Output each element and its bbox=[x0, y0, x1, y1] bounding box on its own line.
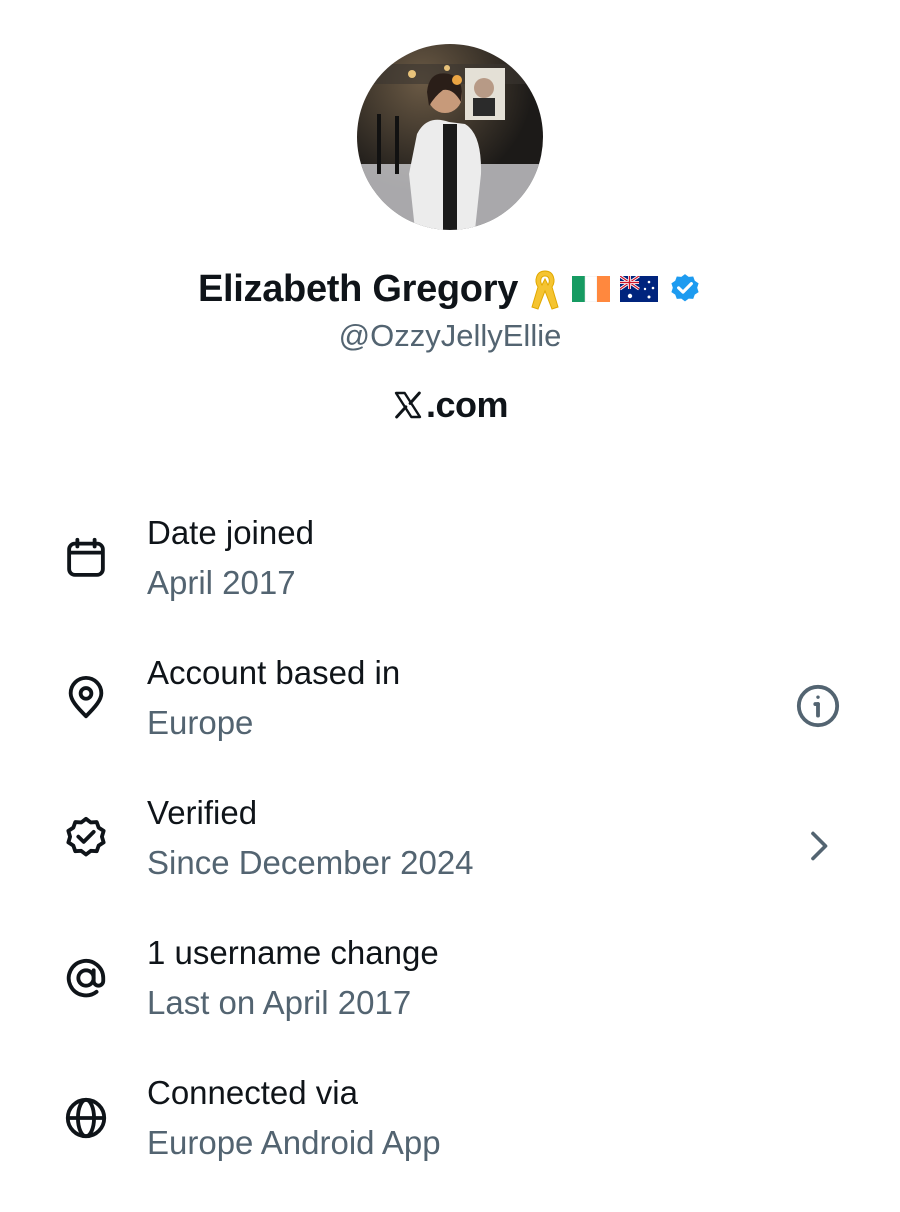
at-sign-icon bbox=[60, 952, 112, 1004]
username-change-value: Last on April 2017 bbox=[147, 984, 412, 1021]
verified-badge-icon[interactable] bbox=[668, 272, 702, 306]
avatar[interactable] bbox=[357, 44, 543, 230]
verified-label: Verified bbox=[147, 794, 258, 831]
date-joined-label: Date joined bbox=[147, 514, 314, 551]
connected-via-value: Europe Android App bbox=[147, 1124, 441, 1161]
display-name: Elizabeth Gregory bbox=[197, 267, 519, 310]
list-item-account-based-in: Account based in Europe bbox=[0, 652, 900, 792]
username-handle: @OzzyJellyEllie bbox=[338, 318, 562, 353]
list-item-date-joined: Date joined April 2017 bbox=[0, 512, 900, 652]
name-row: Elizabeth Gregory bbox=[198, 264, 702, 314]
account-based-in-value: Europe bbox=[147, 704, 254, 741]
website-text: .com bbox=[425, 384, 509, 425]
list-item-username-change: 1 username change Last on April 2017 bbox=[0, 932, 900, 1072]
list-item-verified[interactable]: Verified Since December 2024 bbox=[0, 792, 900, 932]
globe-icon bbox=[60, 1092, 112, 1144]
x-logo-icon bbox=[392, 389, 424, 421]
location-pin-icon bbox=[60, 672, 112, 724]
date-joined-value: April 2017 bbox=[147, 564, 296, 601]
connected-via-label: Connected via bbox=[147, 1074, 358, 1111]
info-icon[interactable] bbox=[794, 682, 842, 730]
account-based-in-label: Account based in bbox=[147, 654, 401, 691]
ireland-flag-icon bbox=[572, 276, 611, 302]
verified-outline-icon bbox=[60, 812, 112, 864]
website-link[interactable]: .com bbox=[392, 380, 509, 430]
profile-header: Elizabeth Gregory @OzzyJellyEllie .com bbox=[0, 44, 900, 430]
username-change-label: 1 username change bbox=[147, 934, 439, 971]
chevron-right-icon[interactable] bbox=[794, 822, 842, 870]
about-account-list: Date joined April 2017 Account based in … bbox=[0, 512, 900, 1212]
australia-flag-icon bbox=[620, 276, 659, 302]
avatar-photo bbox=[357, 44, 543, 230]
list-item-connected-via: Connected via Europe Android App bbox=[0, 1072, 900, 1212]
verified-value: Since December 2024 bbox=[147, 844, 474, 881]
calendar-icon bbox=[60, 532, 112, 584]
yellow-ribbon-icon bbox=[528, 267, 562, 311]
